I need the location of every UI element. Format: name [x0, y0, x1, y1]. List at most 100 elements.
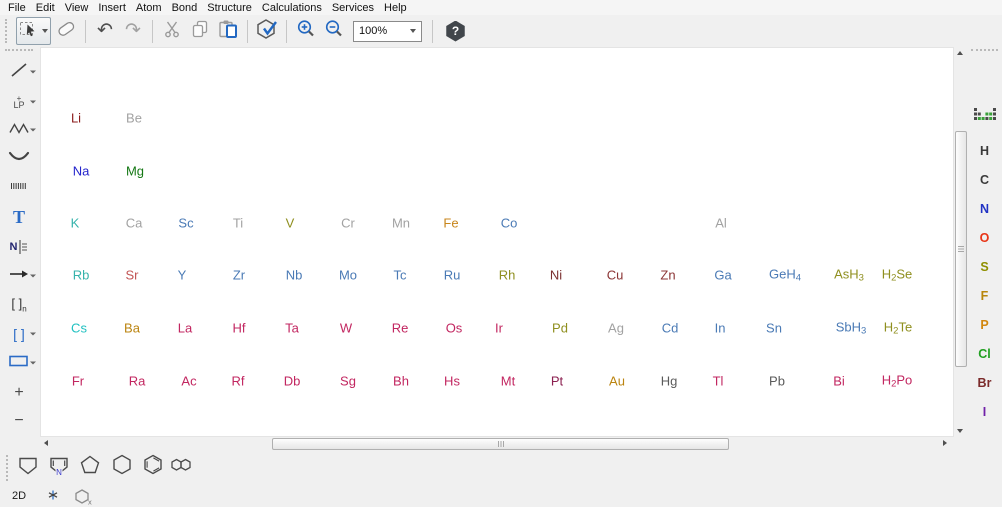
atom-li[interactable]: Li — [71, 111, 81, 126]
atom-ir[interactable]: Ir — [495, 321, 503, 336]
zoom-out-button[interactable] — [321, 18, 347, 44]
atom-db[interactable]: Db — [284, 374, 301, 389]
atom-tc[interactable]: Tc — [394, 268, 407, 283]
atom-sg[interactable]: Sg — [340, 374, 356, 389]
atom-zr[interactable]: Zr — [233, 268, 245, 283]
menu-services[interactable]: Services — [327, 2, 379, 14]
atom-y[interactable]: Y — [178, 268, 187, 283]
menu-edit[interactable]: Edit — [31, 2, 60, 14]
atom-tl[interactable]: Tl — [713, 374, 724, 389]
canvas[interactable]: LiBeNaMgKCaScTiVCrMnFeCoAlRbSrYZrNbMoTcR… — [40, 47, 954, 437]
atom-mn[interactable]: Mn — [392, 216, 410, 231]
atom-h2po[interactable]: H2Po — [882, 373, 913, 390]
atom-pd[interactable]: Pd — [552, 321, 568, 336]
redo-button[interactable]: ↷ — [120, 18, 146, 44]
atom-ti[interactable]: Ti — [233, 216, 243, 231]
horizontal-scroll-thumb[interactable] — [272, 438, 729, 450]
naphthalene-template-button[interactable] — [168, 453, 196, 481]
atom-h2se[interactable]: H2Se — [882, 267, 913, 284]
atom-rf[interactable]: Rf — [232, 374, 245, 389]
menu-bond[interactable]: Bond — [167, 2, 203, 14]
bond-tool-dropdown[interactable] — [30, 71, 36, 74]
atom-w[interactable]: W — [340, 321, 352, 336]
menu-file[interactable]: File — [3, 2, 31, 14]
atom-mt[interactable]: Mt — [501, 374, 515, 389]
atom-rh[interactable]: Rh — [499, 268, 516, 283]
atom-mg[interactable]: Mg — [126, 164, 144, 179]
atom-geh4[interactable]: GeH4 — [769, 267, 801, 284]
polymer-brackets-tool[interactable]: [ ]n — [0, 293, 38, 317]
ring-toolbar-drag-handle[interactable] — [6, 455, 8, 481]
arc-tool[interactable] — [0, 147, 38, 171]
element-button-f[interactable]: F — [967, 281, 1002, 310]
atom-co[interactable]: Co — [501, 216, 518, 231]
cyclopentane-template-button[interactable] — [76, 453, 104, 481]
atom-ta[interactable]: Ta — [285, 321, 299, 336]
atom-v[interactable]: V — [286, 216, 295, 231]
atom-la[interactable]: La — [178, 321, 192, 336]
benzene-template-button[interactable] — [139, 453, 167, 481]
element-button-p[interactable]: P — [967, 310, 1002, 339]
element-button-n[interactable]: N — [967, 194, 1002, 223]
menu-insert[interactable]: Insert — [93, 2, 131, 14]
atom-hg[interactable]: Hg — [661, 374, 678, 389]
left-toolbar-drag-handle[interactable] — [5, 49, 33, 51]
cyclohexane-template-button[interactable] — [108, 453, 136, 481]
atom-ba[interactable]: Ba — [124, 321, 140, 336]
atom-ash3[interactable]: AsH3 — [834, 267, 864, 284]
vertical-scroll-thumb[interactable] — [955, 131, 967, 367]
element-button-o[interactable]: O — [967, 223, 1002, 252]
atom-h2te[interactable]: H2Te — [884, 320, 912, 337]
element-panel-drag-handle[interactable] — [971, 49, 998, 51]
atom-ru[interactable]: Ru — [444, 268, 461, 283]
atom-k[interactable]: K — [71, 216, 80, 231]
atom-fr[interactable]: Fr — [72, 374, 84, 389]
atom-cr[interactable]: Cr — [341, 216, 355, 231]
chain-tool[interactable] — [0, 118, 38, 142]
pyrrole-template-button[interactable]: N — [45, 453, 73, 481]
atom-zn[interactable]: Zn — [660, 268, 675, 283]
lone-pair-tool[interactable]: + LP — [0, 90, 38, 114]
atom-mo[interactable]: Mo — [339, 268, 357, 283]
atom-ni[interactable]: Ni — [550, 268, 562, 283]
atom-label-tool[interactable]: N — [0, 235, 38, 259]
atom-ca[interactable]: Ca — [126, 216, 143, 231]
element-button-c[interactable]: C — [967, 165, 1002, 194]
multi-dash-tool[interactable] — [0, 176, 38, 200]
atom-al[interactable]: Al — [715, 216, 727, 231]
menu-atom[interactable]: Atom — [131, 2, 167, 14]
select-tool-dropdown[interactable] — [42, 29, 48, 33]
horizontal-scrollbar[interactable] — [40, 437, 951, 450]
minus-charge-tool[interactable]: − — [0, 409, 38, 433]
element-button-h[interactable]: H — [967, 136, 1002, 165]
help-button[interactable]: ? — [445, 21, 466, 42]
menu-help[interactable]: Help — [379, 2, 412, 14]
scroll-down-arrow[interactable] — [957, 429, 963, 433]
eraser-button[interactable] — [53, 18, 79, 44]
zoom-in-button[interactable] — [293, 18, 319, 44]
rectangle-tool[interactable] — [0, 351, 38, 375]
atom-os[interactable]: Os — [446, 321, 463, 336]
atom-cs[interactable]: Cs — [71, 321, 87, 336]
atom-nb[interactable]: Nb — [286, 268, 303, 283]
rectangle-tool-dropdown[interactable] — [30, 362, 36, 365]
plus-charge-tool[interactable]: + — [0, 381, 38, 405]
menu-structure[interactable]: Structure — [202, 2, 257, 14]
element-button-s[interactable]: S — [967, 252, 1002, 281]
scroll-up-arrow[interactable] — [957, 51, 963, 55]
atom-sr[interactable]: Sr — [126, 268, 139, 283]
atom-sbh3[interactable]: SbH3 — [836, 320, 867, 337]
vertical-scrollbar[interactable] — [954, 47, 967, 437]
atom-hf[interactable]: Hf — [233, 321, 246, 336]
toolbar-drag-handle[interactable] — [5, 19, 10, 43]
atom-ga[interactable]: Ga — [714, 268, 731, 283]
atom-ag[interactable]: Ag — [608, 321, 624, 336]
atom-pb[interactable]: Pb — [769, 374, 785, 389]
atom-bh[interactable]: Bh — [393, 374, 409, 389]
atom-sn[interactable]: Sn — [766, 321, 782, 336]
atom-au[interactable]: Au — [609, 374, 625, 389]
element-button-cl[interactable]: Cl — [967, 339, 1002, 368]
scroll-right-arrow[interactable] — [943, 440, 947, 446]
brackets-tool[interactable]: [ ] — [0, 322, 38, 346]
atom-in[interactable]: In — [715, 321, 726, 336]
